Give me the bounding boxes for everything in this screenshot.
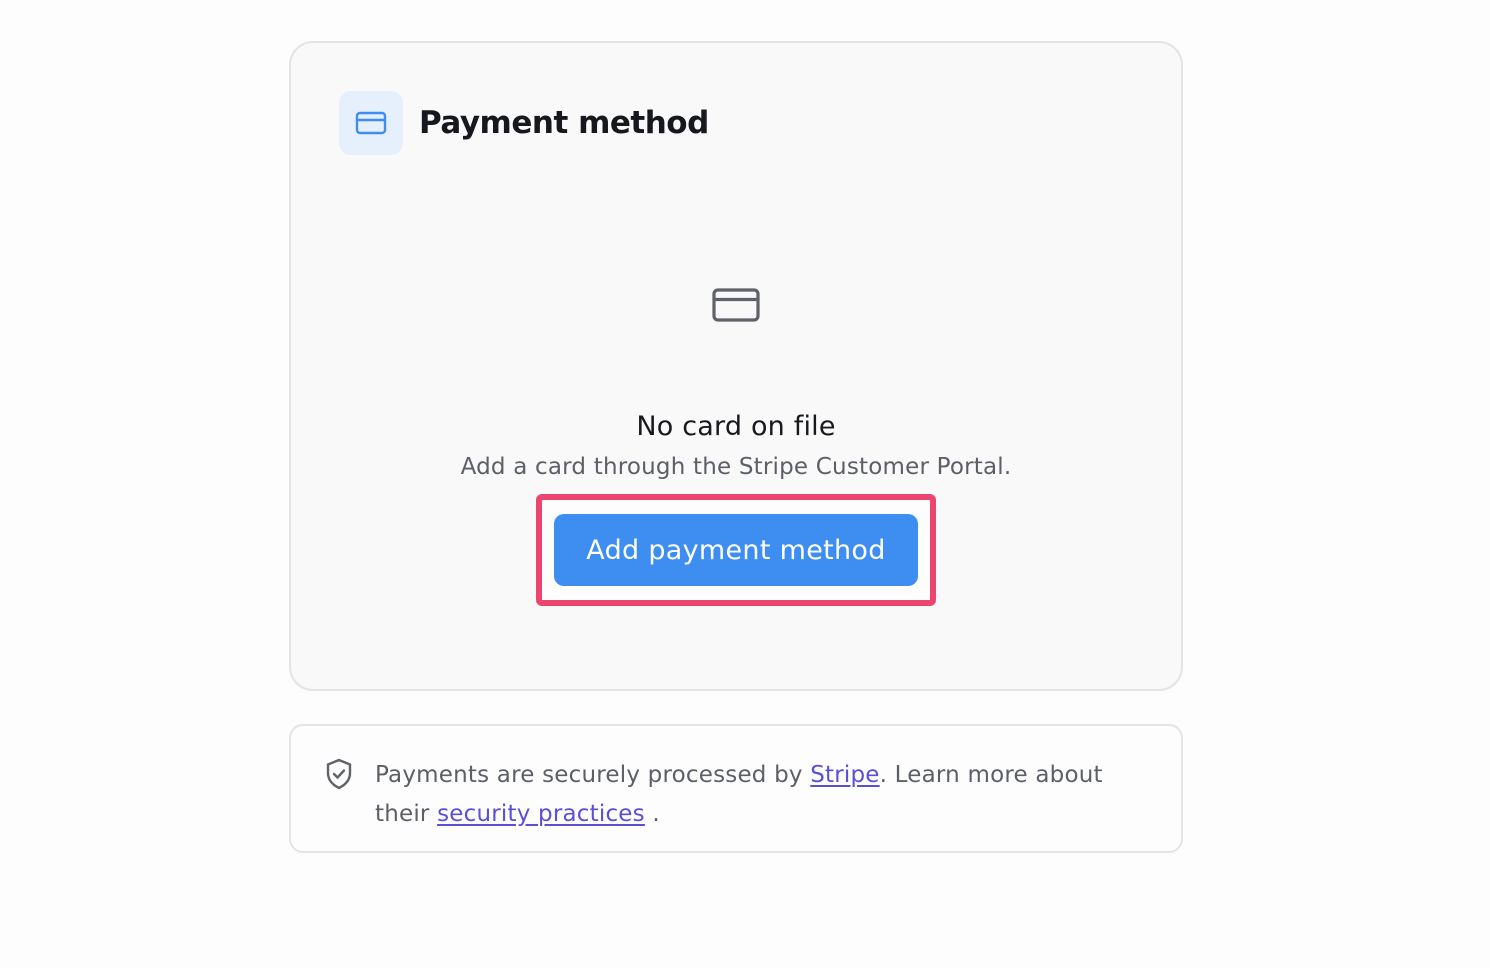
shield-check-icon — [326, 758, 352, 790]
note-text-before: Payments are securely processed by — [375, 762, 811, 788]
stripe-link[interactable]: Stripe — [810, 762, 879, 788]
note-text-after: . — [644, 801, 660, 827]
empty-state-subtitle: Add a card through the Stripe Customer P… — [460, 454, 1012, 480]
page: Payment method No card on file Add a car… — [0, 0, 1490, 968]
security-note: Payments are securely processed by Strip… — [289, 724, 1183, 853]
security-practices-link[interactable]: security practices — [437, 801, 645, 827]
add-payment-method-button[interactable]: Add payment method — [554, 514, 918, 586]
card-title: Payment method — [419, 105, 709, 141]
empty-state-title: No card on file — [636, 411, 836, 442]
security-note-text: Payments are securely processed by Strip… — [375, 756, 1149, 851]
credit-card-icon — [712, 288, 760, 322]
credit-card-icon — [355, 111, 387, 135]
highlight-frame: Add payment method — [536, 494, 936, 606]
header-icon-box — [339, 91, 403, 155]
card-header: Payment method — [339, 91, 709, 155]
empty-state: No card on file Add a card through the S… — [291, 287, 1181, 606]
payment-method-card: Payment method No card on file Add a car… — [289, 41, 1183, 691]
